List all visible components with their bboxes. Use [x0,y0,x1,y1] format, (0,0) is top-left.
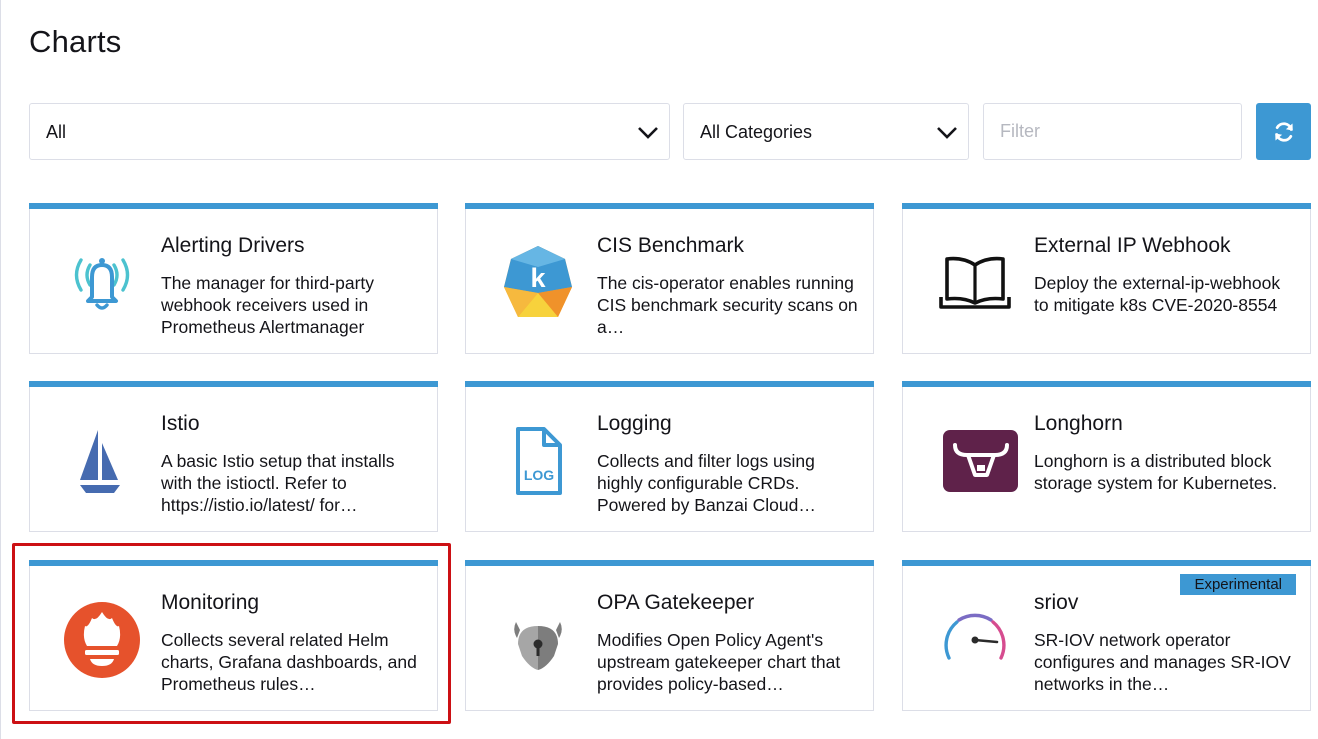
repository-select-value: All [46,122,67,142]
svg-text:k: k [530,263,546,293]
cis-benchmark-icon: k [498,243,578,323]
chart-card-external-ip-webhook[interactable]: External IP Webhook Deploy the external-… [902,203,1311,354]
chart-card-title: Alerting Drivers [161,234,305,257]
svg-text:LOG: LOG [524,467,554,483]
chart-card-sriov[interactable]: Experimental sriov SR-IOV network operat… [902,560,1311,711]
chart-card-title: Longhorn [1034,412,1123,435]
chart-card-description: Collects and filter logs using highly co… [597,451,816,515]
chart-card-title: sriov [1034,591,1079,614]
chart-card-title: CIS Benchmark [597,234,745,257]
chart-card-title: External IP Webhook [1034,234,1231,257]
bell-icon [62,243,142,323]
page-title: Charts [29,24,122,59]
chart-card-istio[interactable]: Istio A basic Istio setup that installs … [29,381,438,532]
chart-card-title: OPA Gatekeeper [597,591,755,614]
chart-card-description: Deploy the external-ip-webhook to mitiga… [1034,273,1281,315]
istio-sail-icon [62,421,142,501]
gauge-icon [935,600,1015,680]
chart-card-description: The manager for third-party webhook rece… [161,273,375,337]
gatekeeper-icon [498,600,578,680]
experimental-badge: Experimental [1180,574,1296,595]
chart-card-description: The cis-operator enables running CIS ben… [597,273,858,337]
chart-card-alerting-drivers[interactable]: Alerting Drivers The manager for third-p… [29,203,438,354]
category-select[interactable]: All Categories [683,103,969,160]
category-select-value: All Categories [700,122,813,142]
log-file-icon: LOG [498,421,578,501]
prometheus-icon [62,600,142,680]
chart-card-longhorn[interactable]: Longhorn Longhorn is a distributed block… [902,381,1311,532]
page-left-border [0,0,1,739]
chart-card-logging[interactable]: LOG Logging Collects and filter logs usi… [465,381,874,532]
chart-card-description: Modifies Open Policy Agent's upstream ga… [597,630,841,694]
refresh-icon [1274,121,1293,142]
chart-card-description: A basic Istio setup that installs with t… [161,451,395,515]
chart-card-description: Longhorn is a distributed block storage … [1034,451,1278,493]
filter-input[interactable] [983,103,1242,160]
chart-card-opa-gatekeeper[interactable]: OPA Gatekeeper Modifies Open Policy Agen… [465,560,874,711]
chart-card-title: Istio [161,412,200,435]
chart-card-description: SR-IOV network operator configures and m… [1034,630,1291,694]
longhorn-icon [941,421,1021,501]
chart-card-title: Monitoring [161,591,260,614]
chart-card-monitoring[interactable]: Monitoring Collects several related Helm… [29,560,438,711]
chevron-down-icon [937,127,957,139]
refresh-button[interactable] [1256,103,1311,160]
repository-select[interactable]: All [29,103,670,160]
book-icon [935,243,1015,323]
chevron-down-icon [638,127,658,139]
chart-card-cis-benchmark[interactable]: k CIS Benchmark The cis-operator enables… [465,203,874,354]
chart-card-title: Logging [597,412,672,435]
chart-card-description: Collects several related Helm charts, Gr… [161,630,417,694]
